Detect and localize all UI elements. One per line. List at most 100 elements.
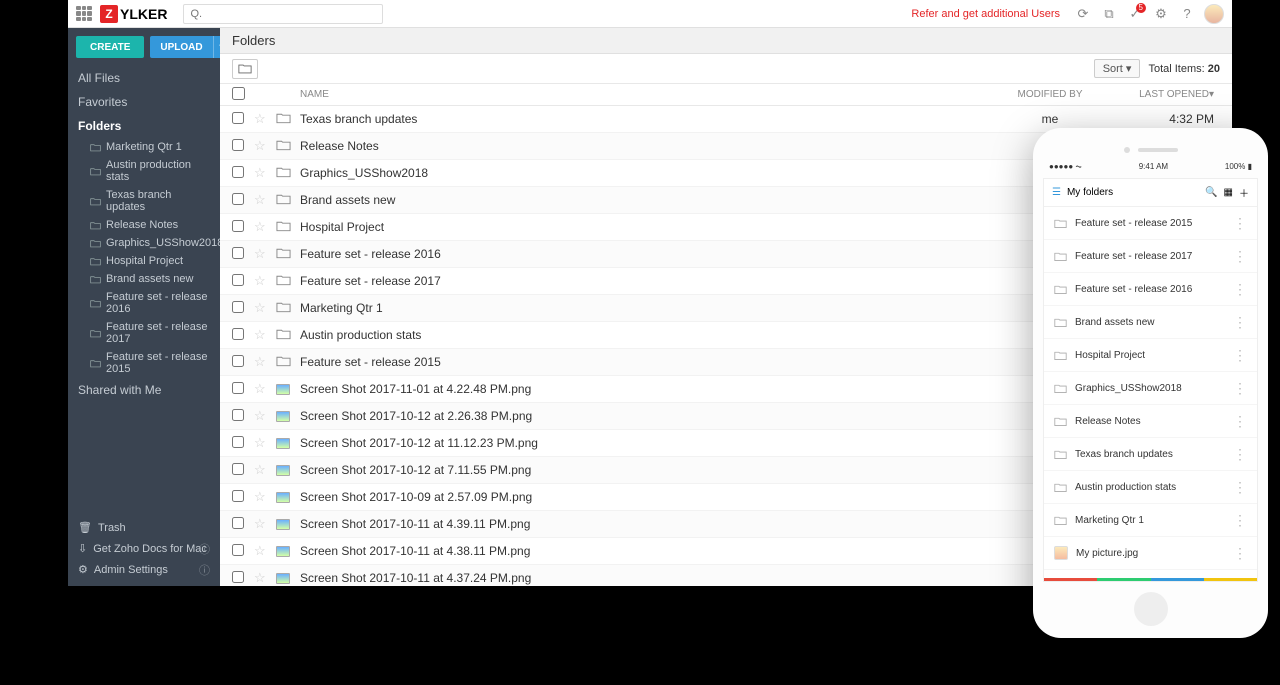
- sync-icon[interactable]: ⟳: [1074, 5, 1092, 23]
- help-icon[interactable]: ?: [1178, 5, 1196, 23]
- more-icon[interactable]: ⋮: [1233, 347, 1247, 364]
- tree-item[interactable]: Texas branch updates: [68, 186, 220, 216]
- tree-item[interactable]: Feature set - release 2017: [68, 318, 220, 348]
- row-checkbox[interactable]: [232, 463, 244, 475]
- refer-link[interactable]: Refer and get additional Users: [911, 8, 1060, 20]
- sort-button[interactable]: Sort ▾: [1094, 59, 1141, 78]
- phone-list-item[interactable]: Feature set - release 2015⋮: [1044, 207, 1257, 240]
- row-checkbox[interactable]: [232, 301, 244, 313]
- phone-list-item[interactable]: Hospital Project⋮: [1044, 339, 1257, 372]
- star-icon[interactable]: ☆: [254, 435, 266, 450]
- tree-item[interactable]: Feature set - release 2015: [68, 348, 220, 378]
- create-button[interactable]: CREATE: [76, 36, 144, 58]
- row-checkbox[interactable]: [232, 247, 244, 259]
- phone-list-item[interactable]: Austin production stats⋮: [1044, 471, 1257, 504]
- row-checkbox[interactable]: [232, 409, 244, 421]
- more-icon[interactable]: ⋮: [1233, 446, 1247, 463]
- add-icon[interactable]: ＋: [1239, 185, 1249, 200]
- phone-list-item[interactable]: Marketing Qtr 1⋮: [1044, 504, 1257, 537]
- star-icon[interactable]: ☆: [254, 138, 266, 153]
- row-checkbox[interactable]: [232, 355, 244, 367]
- phone-list-item[interactable]: My picture.jpg⋮: [1044, 537, 1257, 570]
- dropbox-icon[interactable]: ⧉: [1100, 5, 1118, 23]
- search-icon[interactable]: 🔍: [1205, 187, 1217, 198]
- brand-logo[interactable]: Z YLKER: [100, 5, 167, 23]
- row-checkbox[interactable]: [232, 517, 244, 529]
- star-icon[interactable]: ☆: [254, 354, 266, 369]
- star-icon[interactable]: ☆: [254, 327, 266, 342]
- nav-shared[interactable]: Shared with Me: [68, 378, 220, 402]
- more-icon[interactable]: ⋮: [1233, 545, 1247, 562]
- row-checkbox[interactable]: [232, 112, 244, 124]
- more-icon[interactable]: ⋮: [1233, 281, 1247, 298]
- get-docs-link[interactable]: ⇩Get Zoho Docs for Macⓘ: [68, 538, 220, 559]
- apps-grid-icon[interactable]: [76, 6, 92, 22]
- search-input[interactable]: [183, 4, 383, 24]
- trash-link[interactable]: 🗑Trash: [68, 517, 220, 538]
- menu-icon[interactable]: ☰: [1052, 187, 1061, 198]
- tree-item[interactable]: Austin production stats: [68, 156, 220, 186]
- more-icon[interactable]: ⋮: [1233, 215, 1247, 232]
- avatar[interactable]: [1204, 4, 1224, 24]
- gear-icon[interactable]: ⚙: [1152, 5, 1170, 23]
- more-icon[interactable]: ⋮: [1233, 248, 1247, 265]
- select-all-checkbox[interactable]: [232, 87, 245, 100]
- star-icon[interactable]: ☆: [254, 165, 266, 180]
- row-checkbox[interactable]: [232, 544, 244, 556]
- star-icon[interactable]: ☆: [254, 246, 266, 261]
- phone-list-item[interactable]: Feature set - release 2017⋮: [1044, 240, 1257, 273]
- phone-list-item[interactable]: Texas branch updates⋮: [1044, 438, 1257, 471]
- phone-list-item[interactable]: Feature set - release 2016⋮: [1044, 273, 1257, 306]
- row-checkbox[interactable]: [232, 220, 244, 232]
- tree-item[interactable]: Release Notes: [68, 216, 220, 234]
- row-checkbox[interactable]: [232, 328, 244, 340]
- tree-item[interactable]: Brand assets new: [68, 270, 220, 288]
- more-icon[interactable]: ⋮: [1233, 512, 1247, 529]
- upload-button[interactable]: UPLOAD: [150, 36, 212, 58]
- nav-favorites[interactable]: Favorites: [68, 90, 220, 114]
- nav-all-files[interactable]: All Files: [68, 66, 220, 90]
- notifications-icon[interactable]: ✓5: [1126, 5, 1144, 23]
- star-icon[interactable]: ☆: [254, 192, 266, 207]
- tree-item[interactable]: Graphics_USShow2018: [68, 234, 220, 252]
- col-name[interactable]: NAME: [300, 89, 990, 100]
- col-modified[interactable]: MODIFIED BY: [990, 89, 1110, 100]
- star-icon[interactable]: ☆: [254, 111, 266, 126]
- star-icon[interactable]: ☆: [254, 381, 266, 396]
- tree-item[interactable]: Feature set - release 2016: [68, 288, 220, 318]
- more-icon[interactable]: ⋮: [1233, 314, 1247, 331]
- phone-list-item[interactable]: Graphics_USShow2018⋮: [1044, 372, 1257, 405]
- grid-icon[interactable]: ▦: [1224, 187, 1233, 198]
- more-icon[interactable]: ⋮: [1233, 380, 1247, 397]
- row-checkbox[interactable]: [232, 382, 244, 394]
- star-icon[interactable]: ☆: [254, 489, 266, 504]
- star-icon[interactable]: ☆: [254, 543, 266, 558]
- col-last-opened[interactable]: LAST OPENED▾: [1110, 89, 1220, 100]
- home-button[interactable]: [1134, 592, 1168, 626]
- star-icon[interactable]: ☆: [254, 516, 266, 531]
- more-icon[interactable]: ⋮: [1233, 413, 1247, 430]
- star-icon[interactable]: ☆: [254, 219, 266, 234]
- row-checkbox[interactable]: [232, 193, 244, 205]
- new-folder-button[interactable]: [232, 59, 258, 79]
- row-checkbox[interactable]: [232, 436, 244, 448]
- star-icon[interactable]: ☆: [254, 462, 266, 477]
- star-icon[interactable]: ☆: [254, 408, 266, 423]
- nav-folders[interactable]: Folders: [68, 114, 220, 138]
- star-icon[interactable]: ☆: [254, 273, 266, 288]
- info-icon[interactable]: ⓘ: [199, 562, 210, 578]
- tree-item[interactable]: Hospital Project: [68, 252, 220, 270]
- more-icon[interactable]: ⋮: [1233, 479, 1247, 496]
- star-icon[interactable]: ☆: [254, 570, 266, 585]
- row-checkbox[interactable]: [232, 571, 244, 583]
- tree-item[interactable]: Marketing Qtr 1: [68, 138, 220, 156]
- row-checkbox[interactable]: [232, 490, 244, 502]
- row-checkbox[interactable]: [232, 139, 244, 151]
- phone-list-item[interactable]: Release Notes⋮: [1044, 405, 1257, 438]
- phone-list-item[interactable]: Brand assets new⋮: [1044, 306, 1257, 339]
- star-icon[interactable]: ☆: [254, 300, 266, 315]
- row-checkbox[interactable]: [232, 166, 244, 178]
- admin-settings-link[interactable]: ⚙Admin Settingsⓘ: [68, 559, 220, 580]
- info-icon[interactable]: ⓘ: [199, 541, 210, 557]
- row-checkbox[interactable]: [232, 274, 244, 286]
